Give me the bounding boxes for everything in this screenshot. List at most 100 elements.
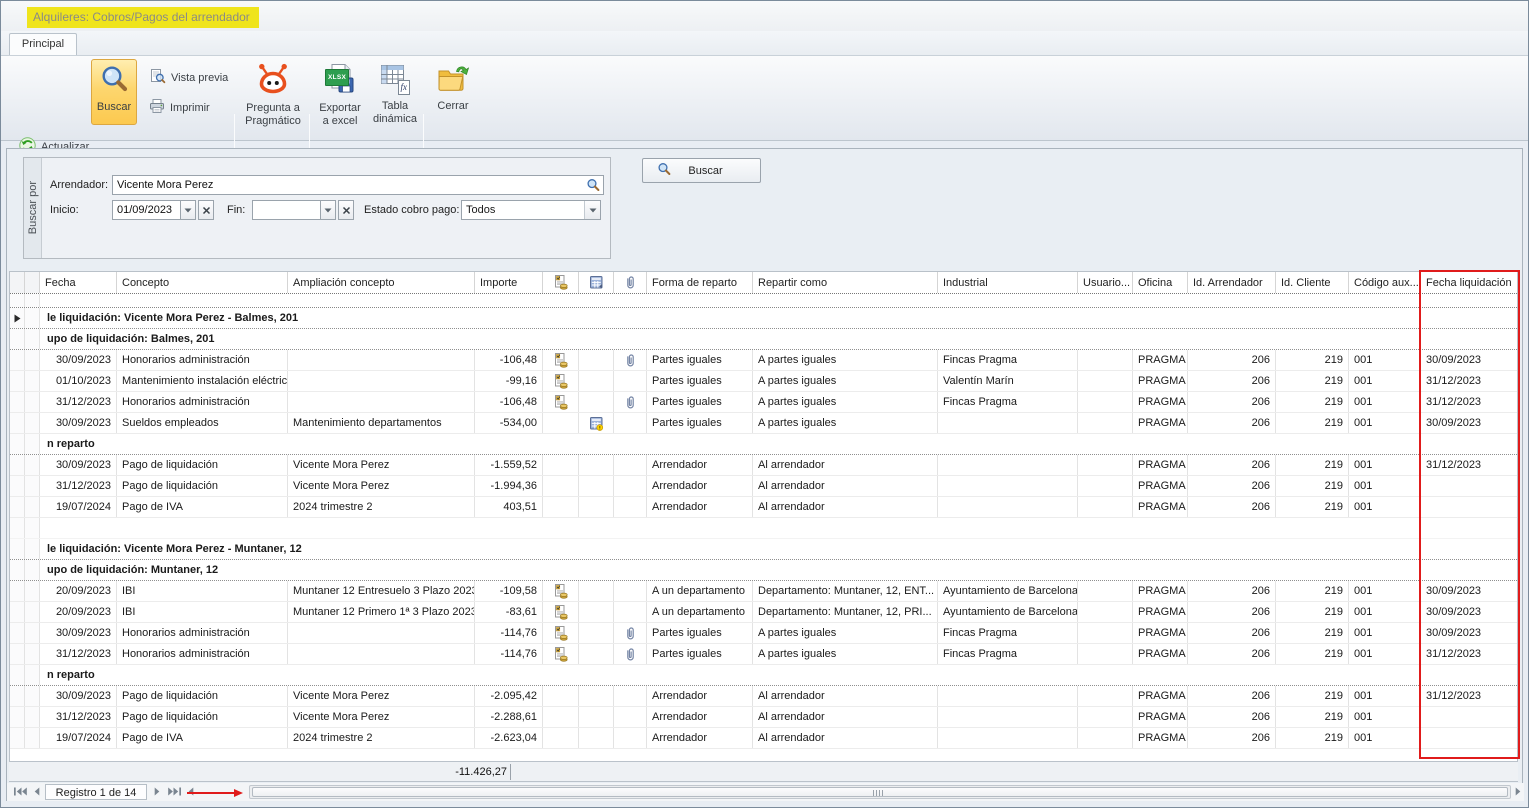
cell-ic2-empty[interactable] (579, 455, 614, 475)
cell-repartir[interactable]: A partes iguales (753, 644, 938, 664)
cell-ampliacion[interactable]: Vicente Mora Perez (288, 707, 475, 727)
cell-codigo[interactable]: 001 (1349, 371, 1421, 391)
cell-usuario[interactable] (1078, 476, 1133, 496)
table-row[interactable]: 30/09/2023Honorarios administración-106,… (10, 350, 1517, 371)
fin-clear-icon[interactable] (338, 200, 354, 220)
cell-codigo[interactable]: 001 (1349, 455, 1421, 475)
cell-idc[interactable]: 219 (1276, 644, 1349, 664)
cell-idc[interactable]: 219 (1276, 707, 1349, 727)
cell-codigo[interactable]: 001 (1349, 476, 1421, 496)
cell-forma[interactable]: Partes iguales (647, 644, 753, 664)
pregunta-pragmatico-button[interactable]: Pregunta a Pragmático (239, 59, 307, 129)
cell-industrial[interactable] (938, 497, 1078, 517)
cell-ic1-empty[interactable] (543, 497, 579, 517)
cell-repartir[interactable]: A partes iguales (753, 623, 938, 643)
cell-idc[interactable]: 219 (1276, 413, 1349, 433)
cell-fliq[interactable]: 31/12/2023 (1421, 455, 1518, 475)
fin-dropdown-icon[interactable] (320, 200, 336, 220)
cell-oficina[interactable]: PRAGMA (1133, 707, 1188, 727)
cell-fliq[interactable] (1421, 728, 1518, 748)
cell-importe[interactable]: -534,00 (475, 413, 543, 433)
column-header-usuario[interactable]: Usuario... (1078, 272, 1133, 293)
cell-oficina[interactable]: PRAGMA (1133, 581, 1188, 601)
cell-repartir[interactable]: Departamento: Muntaner, 12, PRI... (753, 602, 938, 622)
cell-codigo[interactable]: 001 (1349, 350, 1421, 370)
cell-ampliacion[interactable]: Muntaner 12 Entresuelo 3 Plazo 2023 (288, 581, 475, 601)
calculator-warning-icon[interactable] (579, 413, 614, 433)
cell-oficina[interactable]: PRAGMA (1133, 602, 1188, 622)
cell-fecha[interactable]: 31/12/2023 (40, 707, 117, 727)
cell-importe[interactable]: -106,48 (475, 392, 543, 412)
cell-forma[interactable]: Partes iguales (647, 623, 753, 643)
cell-ic1-empty[interactable] (543, 476, 579, 496)
cell-oficina[interactable]: PRAGMA (1133, 476, 1188, 496)
cell-repartir[interactable]: Departamento: Muntaner, 12, ENT... (753, 581, 938, 601)
cell-fliq[interactable]: 30/09/2023 (1421, 413, 1518, 433)
cell-ic2-empty[interactable] (579, 371, 614, 391)
cell-usuario[interactable] (1078, 623, 1133, 643)
cell-ic2-empty[interactable] (579, 392, 614, 412)
table-row[interactable]: 30/09/2023Pago de liquidaciónVicente Mor… (10, 686, 1517, 707)
cell-usuario[interactable] (1078, 728, 1133, 748)
cell-idc[interactable]: 219 (1276, 371, 1349, 391)
last-record-icon[interactable] (167, 787, 182, 796)
cell-idc[interactable]: 219 (1276, 350, 1349, 370)
cell-oficina[interactable]: PRAGMA (1133, 413, 1188, 433)
cell-fecha[interactable]: 19/07/2024 (40, 497, 117, 517)
cell-fliq[interactable]: 31/12/2023 (1421, 644, 1518, 664)
close-button[interactable] (1493, 10, 1515, 25)
cell-oficina[interactable]: PRAGMA (1133, 455, 1188, 475)
cell-ampliacion[interactable] (288, 644, 475, 664)
table-row[interactable]: 31/12/2023Honorarios administración-106,… (10, 392, 1517, 413)
cell-ic2-empty[interactable] (579, 602, 614, 622)
cell-industrial[interactable]: Fincas Pragma (938, 644, 1078, 664)
cell-codigo[interactable]: 001 (1349, 392, 1421, 412)
voucher-icon[interactable] (543, 644, 579, 664)
cell-usuario[interactable] (1078, 392, 1133, 412)
cell-ic3-empty[interactable] (614, 371, 647, 391)
table-row[interactable]: 30/09/2023Pago de liquidaciónVicente Mor… (10, 455, 1517, 476)
cell-forma[interactable]: Partes iguales (647, 371, 753, 391)
column-header-idc[interactable]: Id. Cliente (1276, 272, 1349, 293)
cell-ic2-empty[interactable] (579, 350, 614, 370)
cell-oficina[interactable]: PRAGMA (1133, 686, 1188, 706)
cell-industrial[interactable]: Ayuntamiento de Barcelona (938, 602, 1078, 622)
cell-fecha[interactable]: 31/12/2023 (40, 644, 117, 664)
minimize-button[interactable] (1421, 10, 1443, 25)
cell-fliq[interactable]: 31/12/2023 (1421, 371, 1518, 391)
previous-record-icon[interactable] (33, 787, 41, 796)
cell-ida[interactable]: 206 (1188, 413, 1276, 433)
cell-fliq[interactable]: 31/12/2023 (1421, 392, 1518, 412)
cell-ida[interactable]: 206 (1188, 371, 1276, 391)
cell-importe[interactable]: -99,16 (475, 371, 543, 391)
cell-usuario[interactable] (1078, 413, 1133, 433)
cell-importe[interactable]: -2.623,04 (475, 728, 543, 748)
cell-ida[interactable]: 206 (1188, 686, 1276, 706)
voucher-icon[interactable] (543, 581, 579, 601)
column-header-paperclip-icon[interactable] (614, 272, 647, 293)
cell-importe[interactable]: -2.288,61 (475, 707, 543, 727)
cell-industrial[interactable] (938, 476, 1078, 496)
column-header-oficina[interactable]: Oficina (1133, 272, 1188, 293)
cell-ampliacion[interactable]: Vicente Mora Perez (288, 476, 475, 496)
cell-concepto[interactable]: Honorarios administración (117, 644, 288, 664)
cell-importe[interactable]: -109,58 (475, 581, 543, 601)
cell-ampliacion[interactable]: Muntaner 12 Primero 1ª 3 Plazo 2023 (288, 602, 475, 622)
cell-oficina[interactable]: PRAGMA (1133, 371, 1188, 391)
cell-fecha[interactable]: 31/12/2023 (40, 476, 117, 496)
group-row-level-2[interactable]: upo de liquidación: Balmes, 201 (10, 329, 1517, 350)
cell-industrial[interactable] (938, 707, 1078, 727)
buscar-ribbon-button[interactable]: Buscar (91, 59, 137, 125)
cell-fliq[interactable]: 31/12/2023 (1421, 686, 1518, 706)
cell-concepto[interactable]: Pago de liquidación (117, 476, 288, 496)
cell-ic1-empty[interactable] (543, 686, 579, 706)
cell-ampliacion[interactable] (288, 371, 475, 391)
cell-importe[interactable]: -114,76 (475, 623, 543, 643)
column-header-voucher-icon[interactable] (543, 272, 579, 293)
inicio-dropdown-icon[interactable] (180, 200, 196, 220)
cell-forma[interactable]: A un departamento (647, 602, 753, 622)
voucher-icon[interactable] (543, 602, 579, 622)
cell-codigo[interactable]: 001 (1349, 581, 1421, 601)
vista-previa-button[interactable]: Vista previa (143, 65, 234, 90)
cell-ic3-empty[interactable] (614, 581, 647, 601)
